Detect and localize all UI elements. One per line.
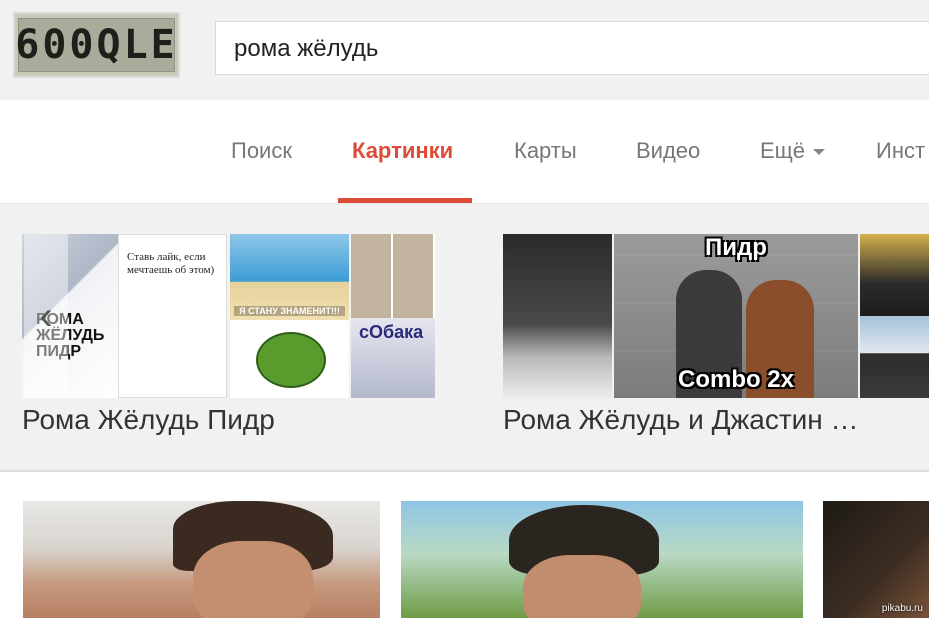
result-image-2[interactable] [401, 501, 803, 618]
meme-caption-bottom: Combo 2x [677, 366, 794, 393]
image-collections: РОМА ЖЁЛУДЬ ПИДР Ставь лайк, если мечтае… [0, 204, 929, 470]
collection-1-title[interactable]: Рома Жёлудь Пидр [22, 404, 275, 436]
chevron-down-icon [813, 149, 826, 156]
collection-1-image-beach[interactable]: Я СТАНУ ЗНАМЕНИТ!!! [230, 234, 349, 320]
tree-drawing [256, 332, 326, 388]
tab-maps[interactable]: Карты [514, 138, 577, 164]
tab-video-label: Видео [636, 138, 701, 163]
tab-video[interactable]: Видео [636, 138, 700, 164]
collection-2-image-portrait-top[interactable] [860, 234, 929, 316]
collection-1-image-comic[interactable] [351, 234, 435, 318]
collection-1-image-tree[interactable] [230, 320, 349, 398]
header: 600QLE [0, 0, 929, 100]
watermark: pikabu.ru [881, 603, 923, 614]
magazine-title: сОбака [359, 322, 424, 342]
collection-1-image-magazine[interactable]: сОбака [351, 318, 435, 398]
tab-tools[interactable]: Инст [876, 138, 925, 164]
section-divider [0, 470, 929, 472]
tab-more[interactable]: Ещё [760, 138, 826, 164]
collection-1-image-quote[interactable]: Ставь лайк, если мечтаешь об этом) [118, 234, 227, 398]
logo-lcd-text: 600QLE [15, 18, 175, 72]
collection-2-image-runway[interactable] [503, 234, 612, 398]
meme-caption-top: Пидр [705, 234, 767, 261]
face-shape [193, 541, 313, 618]
search-box[interactable] [215, 21, 929, 76]
tab-more-label: Ещё [760, 138, 806, 163]
google-doodle-logo[interactable]: 600QLE [13, 12, 180, 78]
tab-images[interactable]: Картинки [352, 138, 453, 164]
search-tabs: Поиск Картинки Карты Видео Ещё Инст [0, 100, 929, 204]
search-input[interactable] [232, 22, 926, 76]
face-shape [523, 555, 641, 618]
result-image-3[interactable]: pikabu.ru [823, 501, 929, 618]
quote-text: Ставь лайк, если мечтаешь об этом) [127, 251, 215, 276]
result-image-1[interactable] [23, 501, 380, 618]
collection-2-image-duo[interactable]: Пидр Combo 2x [614, 234, 858, 398]
collection-2-image-portrait-bottom[interactable] [860, 316, 929, 398]
collection-2-title[interactable]: Рома Жёлудь и Джастин … [503, 404, 859, 436]
meme-caption: Я СТАНУ ЗНАМЕНИТ!!! [234, 306, 345, 316]
tab-search[interactable]: Поиск [231, 138, 292, 164]
chevron-left-icon[interactable]: ‹ [24, 234, 68, 398]
